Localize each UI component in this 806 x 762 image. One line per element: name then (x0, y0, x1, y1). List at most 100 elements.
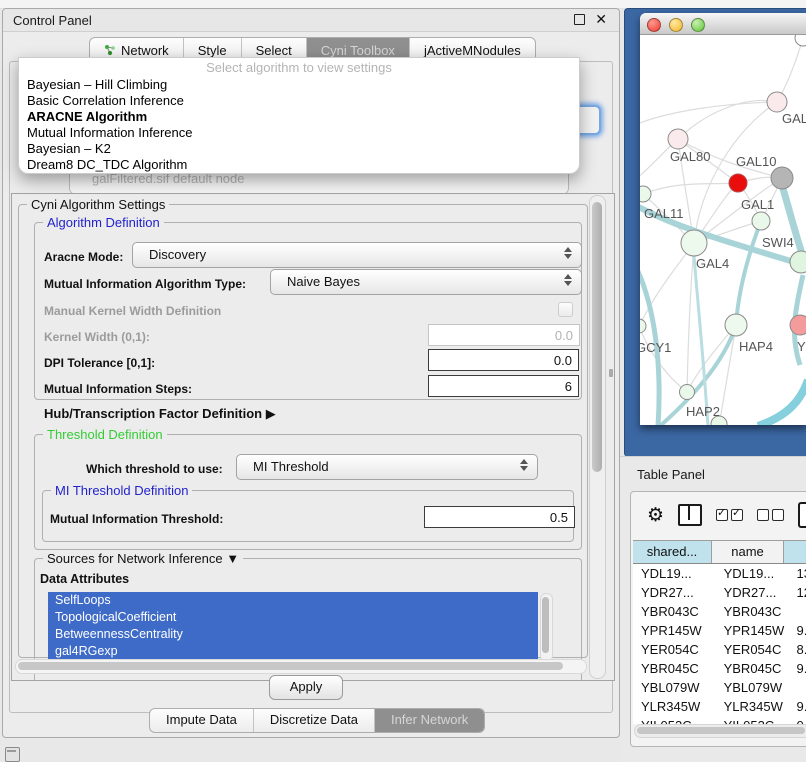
menu-item[interactable]: Basic Correlation Inference (19, 93, 579, 109)
close-window-icon[interactable] (647, 18, 661, 32)
node-gal1[interactable] (752, 212, 770, 230)
data-attributes-list[interactable]: SelfLoops TopologicalCoefficient Between… (48, 592, 538, 662)
mi-steps-field[interactable]: 6 (428, 375, 579, 397)
scrollbar-thumb[interactable] (18, 662, 563, 670)
list-item[interactable]: gal4RGexp (48, 643, 538, 660)
bottom-tabs: Impute Data Discretize Data Infer Networ… (149, 708, 485, 733)
settings-vertical-scrollbar[interactable] (589, 195, 606, 679)
export-table-icon[interactable] (798, 502, 806, 528)
menu-item[interactable]: Dream8 DC_TDC Algorithm (19, 157, 579, 173)
table-row[interactable]: YLR345W YLR345W 9. (633, 697, 806, 716)
hub-definition-expander[interactable]: Hub/Transcription Factor Definition ▶ (44, 406, 276, 422)
dpi-tolerance-field[interactable]: 0.0 (428, 349, 579, 371)
select-all-icon[interactable] (716, 509, 743, 521)
panel-splitter-handle[interactable] (609, 369, 613, 377)
aracne-mode-combobox[interactable]: Discovery (132, 242, 582, 268)
node-gal4[interactable] (681, 230, 707, 256)
menu-item[interactable]: Bayesian – Hill Climbing (19, 77, 579, 93)
spinner-arrows-icon (564, 274, 572, 286)
data-attributes-label: Data Attributes (40, 572, 129, 586)
control-panel-title: Control Panel (13, 13, 92, 28)
mi-algorithm-type-label: Mutual Information Algorithm Type: (44, 277, 246, 291)
deselect-all-icon[interactable] (757, 509, 784, 521)
node-salmon[interactable] (790, 315, 806, 335)
network-icon (104, 44, 116, 56)
kernel-width-field[interactable]: 0.0 (428, 324, 580, 346)
aracne-mode-label: Aracne Mode: (44, 250, 123, 264)
manual-kernel-width-checkbox[interactable] (558, 302, 573, 317)
column-header-name[interactable]: name (712, 541, 784, 563)
node-gal11[interactable] (640, 186, 651, 202)
table-toolbar: ⚙ (631, 492, 806, 538)
menu-item[interactable]: Bayesian – K2 (19, 141, 579, 157)
node-label: GAL11 (644, 206, 684, 221)
node-label: HAP4 (739, 339, 773, 354)
node-hap2[interactable] (680, 385, 695, 400)
table-header-row: shared... name (633, 540, 806, 564)
scrollbar-thumb[interactable] (592, 202, 602, 472)
settings-scrollpane: Cyni Algorithm Settings Algorithm Defini… (11, 193, 615, 681)
close-icon[interactable]: ✕ (595, 11, 607, 28)
table-row[interactable]: YER054C YER054C 8. (633, 640, 806, 659)
scrollbar-thumb[interactable] (542, 597, 549, 653)
tab-infer-network[interactable]: Infer Network (375, 709, 484, 732)
minimize-window-icon[interactable] (669, 18, 683, 32)
node-gcy1[interactable] (640, 319, 646, 333)
kernel-width-label: Kernel Width (0,1): (44, 330, 150, 344)
dock-panel-icon[interactable] (5, 747, 20, 762)
algorithm-dropdown-popup: Select algorithm to view settings Bayesi… (18, 57, 580, 174)
tab-impute-data[interactable]: Impute Data (150, 709, 254, 732)
table-row[interactable]: YBR043C YBR043C (633, 602, 806, 621)
table-horizontal-scrollbar[interactable] (634, 724, 806, 738)
screen: Control Panel ✕ Network Style Select Cyn… (0, 0, 806, 762)
threshold-definition-title: Threshold Definition (43, 427, 167, 442)
table-row[interactable]: YDL19... YDL19... 13 (633, 564, 806, 583)
node-gal[interactable] (767, 92, 787, 112)
list-item[interactable]: TopologicalCoefficient (48, 609, 538, 626)
network-window-titlebar[interactable] (640, 13, 806, 35)
which-threshold-label: Which threshold to use: (86, 462, 223, 476)
collapse-down-icon[interactable]: ▼ (226, 551, 239, 566)
table-row[interactable]: YIL052C YIL052C 0 (633, 716, 806, 724)
sources-group-title: Sources for Network Inference ▼ (43, 551, 243, 566)
node-hap4[interactable] (725, 314, 747, 336)
table-row[interactable]: YBR045C YBR045C 9. (633, 659, 806, 678)
column-header-shared-name[interactable]: shared... (633, 541, 712, 563)
menu-item[interactable]: Mutual Information Inference (19, 125, 579, 141)
network-canvas[interactable]: GAL GAL80 GAL10 GAL11 GAL1 SWI4 GAL4 GCY… (640, 35, 806, 425)
node-label: GAL10 (736, 154, 776, 169)
table-browser: ⚙ shared... name YDL19... YDL19... 13 (630, 491, 806, 747)
network-view-window[interactable]: GAL GAL80 GAL10 GAL11 GAL1 SWI4 GAL4 GCY… (640, 13, 806, 425)
attributes-scrollbar[interactable] (540, 593, 553, 662)
table-row[interactable]: YPR145W YPR145W 9. (633, 621, 806, 640)
network-view-frame: GAL GAL80 GAL10 GAL11 GAL1 SWI4 GAL4 GCY… (624, 8, 806, 457)
node-gal10[interactable] (771, 167, 793, 189)
node-selected-red[interactable] (729, 174, 747, 192)
node-gal80[interactable] (668, 129, 688, 149)
float-window-icon[interactable] (574, 14, 585, 25)
scrollbar-thumb[interactable] (637, 727, 805, 734)
mi-threshold-field[interactable]: 0.5 (424, 506, 575, 528)
node[interactable] (795, 35, 806, 46)
list-item[interactable]: BetweennessCentrality (48, 626, 538, 643)
node-label: GAL80 (670, 149, 710, 164)
spinner-arrows-icon (564, 247, 572, 259)
node-label: HAP2 (686, 404, 720, 419)
control-panel-titlebar: Control Panel ✕ (3, 9, 619, 32)
mi-steps-label: Mutual Information Steps: (44, 382, 192, 396)
table-row[interactable]: YDR27... YDR27... 12 (633, 583, 806, 602)
apply-button[interactable]: Apply (269, 675, 343, 700)
node-swi4[interactable] (790, 251, 806, 273)
mi-algorithm-type-combobox[interactable]: Naive Bayes (270, 269, 582, 295)
zoom-window-icon[interactable] (691, 18, 705, 32)
split-columns-icon[interactable] (678, 504, 702, 526)
which-threshold-combobox[interactable]: MI Threshold (236, 454, 538, 480)
settings-horizontal-scrollbar[interactable] (15, 659, 587, 674)
list-item[interactable]: SelfLoops (48, 592, 538, 609)
menu-item-selected[interactable]: ARACNE Algorithm (19, 109, 579, 125)
dpi-tolerance-label: DPI Tolerance [0,1]: (44, 356, 155, 370)
table-row[interactable]: YBL079W YBL079W (633, 678, 806, 697)
gear-icon[interactable]: ⚙ (647, 504, 664, 527)
tab-discretize-data[interactable]: Discretize Data (254, 709, 375, 732)
column-header[interactable] (784, 541, 806, 563)
